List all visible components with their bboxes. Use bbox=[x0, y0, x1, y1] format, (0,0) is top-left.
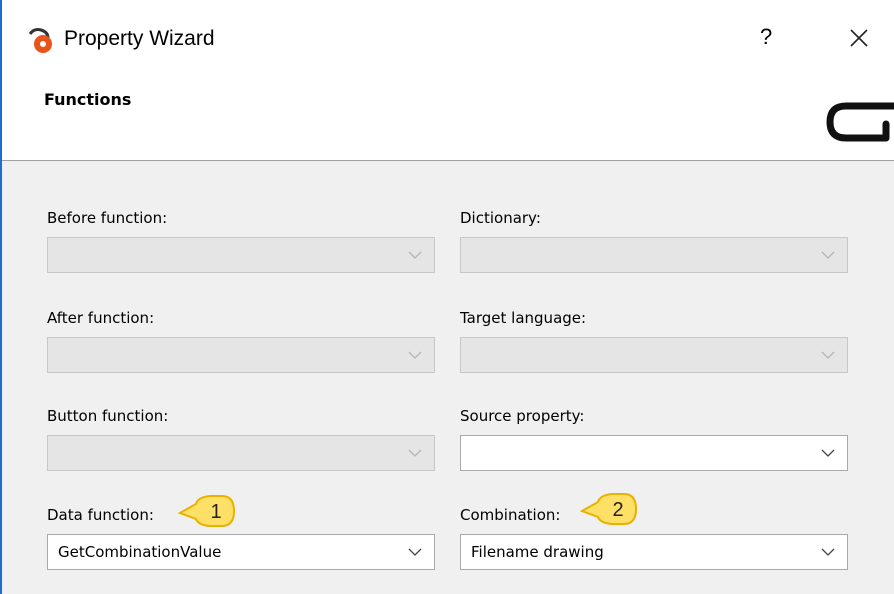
callout-badge-1: 1 bbox=[178, 495, 236, 527]
before-function-dropdown bbox=[47, 237, 435, 273]
chevron-down-icon bbox=[408, 548, 422, 556]
data-function-dropdown[interactable]: GetCombinationValue bbox=[47, 534, 435, 570]
combination-dropdown[interactable]: Filename drawing bbox=[460, 534, 848, 570]
target-language-dropdown bbox=[460, 337, 848, 373]
chevron-down-icon bbox=[821, 548, 835, 556]
button-function-label: Button function: bbox=[47, 407, 169, 425]
chevron-down-icon bbox=[821, 449, 835, 457]
chevron-down-icon bbox=[408, 449, 422, 457]
target-language-label: Target language: bbox=[460, 309, 587, 327]
before-function-label: Before function: bbox=[47, 209, 168, 227]
title-bar: Property Wizard ? bbox=[2, 0, 894, 78]
app-icon bbox=[28, 28, 52, 53]
page-title: Functions bbox=[44, 90, 132, 109]
callout-number-2: 2 bbox=[612, 499, 623, 521]
dictionary-label: Dictionary: bbox=[460, 209, 541, 227]
help-button[interactable]: ? bbox=[760, 24, 772, 50]
dictionary-dropdown bbox=[460, 237, 848, 273]
callout-number-1: 1 bbox=[210, 501, 221, 523]
data-function-label: Data function: bbox=[47, 506, 154, 524]
chevron-down-icon bbox=[821, 251, 835, 259]
data-function-value: GetCombinationValue bbox=[58, 543, 222, 561]
functions-panel: Before function: Dictionary: After funct… bbox=[2, 161, 894, 594]
chevron-down-icon bbox=[408, 351, 422, 359]
after-function-label: After function: bbox=[47, 309, 155, 327]
chevron-down-icon bbox=[821, 351, 835, 359]
combination-value: Filename drawing bbox=[471, 543, 604, 561]
source-property-dropdown[interactable] bbox=[460, 435, 848, 471]
source-property-label: Source property: bbox=[460, 407, 585, 425]
button-function-dropdown bbox=[47, 435, 435, 471]
close-icon[interactable] bbox=[846, 25, 872, 51]
after-function-dropdown bbox=[47, 337, 435, 373]
chevron-down-icon bbox=[408, 251, 422, 259]
callout-badge-2: 2 bbox=[580, 493, 638, 525]
wizard-header: Functions bbox=[2, 78, 894, 160]
window-title: Property Wizard bbox=[64, 27, 215, 50]
combination-label: Combination: bbox=[460, 506, 561, 524]
brand-logo bbox=[826, 102, 894, 142]
